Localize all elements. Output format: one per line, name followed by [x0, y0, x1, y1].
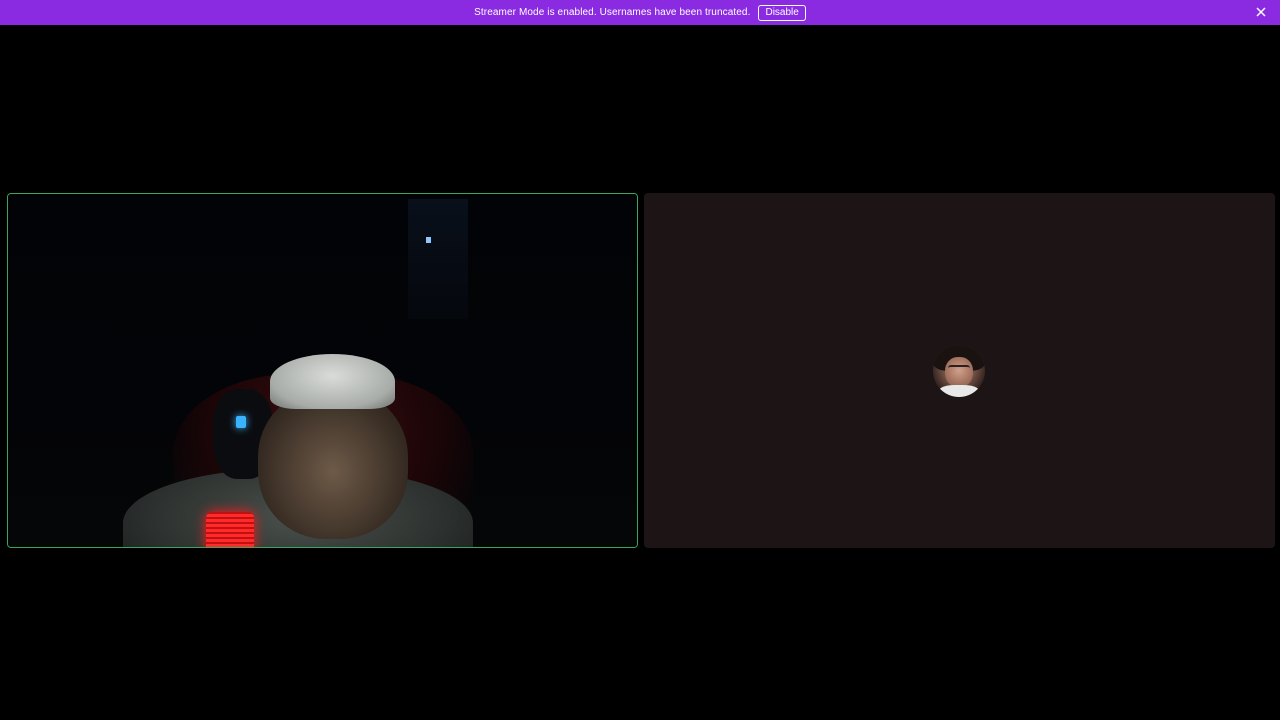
streamer-mode-notice: Streamer Mode is enabled. Usernames have…	[0, 0, 1280, 25]
video-tile-speaking[interactable]	[7, 193, 638, 548]
disable-streamer-mode-button[interactable]: Disable	[758, 4, 806, 21]
close-notice-button[interactable]	[1254, 5, 1268, 19]
call-view: Streamer Mode is enabled. Usernames have…	[0, 0, 1280, 720]
camera-feed	[8, 194, 637, 547]
notice-message: Streamer Mode is enabled. Usernames have…	[474, 7, 751, 18]
avatar	[933, 345, 985, 397]
close-icon	[1256, 7, 1266, 17]
participant-tile[interactable]	[644, 193, 1275, 548]
